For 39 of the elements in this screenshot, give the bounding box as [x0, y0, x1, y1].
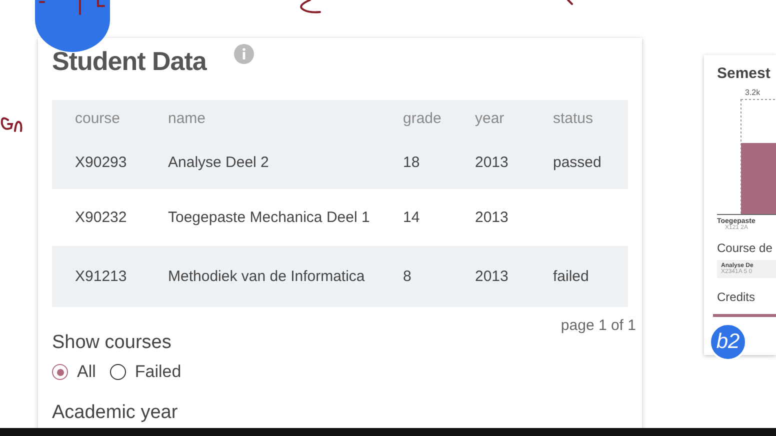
ink-mark: [97, 0, 105, 7]
radio-option[interactable]: Failed: [110, 362, 182, 382]
bar-line: [713, 314, 776, 317]
table-cell: X90232: [75, 209, 127, 226]
table-cell: 14: [403, 209, 420, 226]
card-title: Student Data: [52, 46, 206, 77]
ink-mark: [79, 0, 81, 15]
card-title: Semest: [717, 65, 772, 82]
column-header: course: [52, 100, 167, 136]
bar-value-label: 3.2k: [745, 88, 762, 97]
table-cell: Analyse Deel 2: [168, 154, 269, 171]
table-cell: 2013: [475, 154, 508, 171]
ink-mark: [567, 0, 573, 5]
table-cell: 2013: [475, 209, 508, 226]
table-cell: passed: [553, 154, 602, 171]
page-indicator: page 1 of 1: [560, 317, 636, 334]
table-cell: 18: [403, 154, 420, 171]
table-cell: X91213: [75, 268, 127, 285]
radio-button[interactable]: [52, 364, 68, 380]
filter-label: Show courses: [52, 332, 172, 354]
column-header: status: [552, 100, 628, 136]
column-header: grade: [402, 100, 474, 136]
table-cell: 8: [403, 268, 412, 285]
ink-mark: [300, 0, 321, 14]
column-header: year: [474, 100, 552, 136]
section-heading: Academic year: [52, 402, 179, 424]
table-cell: 2013: [475, 268, 508, 285]
credits-label: Credits: [717, 290, 756, 304]
table-cell: Methodiek van de Informatica: [168, 268, 365, 285]
radio-button[interactable]: [110, 364, 126, 380]
handwriting-mark: [0, 117, 22, 132]
table-cell: X90293: [75, 154, 127, 171]
table-cell: failed: [553, 268, 589, 285]
ink-mark: [39, 1, 45, 3]
step-badge: b2: [709, 323, 747, 361]
radio-option[interactable]: All: [52, 362, 96, 382]
section-heading: Course de: [717, 241, 774, 255]
column-header: name: [167, 100, 402, 136]
table-cell: Toegepaste Mechanica Deel 1: [168, 209, 370, 226]
